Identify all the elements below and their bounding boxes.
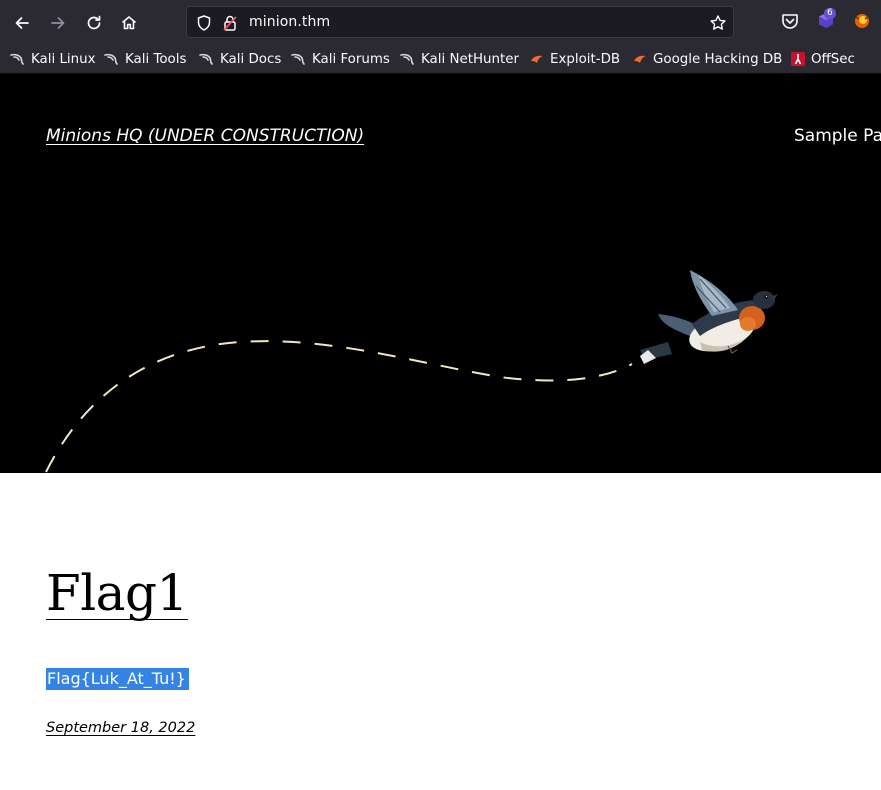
post-title-text[interactable]: Flag1 (46, 564, 188, 622)
address-bar[interactable]: minion.thm (186, 6, 734, 38)
bookmark-kali-docs[interactable]: Kali Docs (199, 49, 281, 69)
insecure-lock-icon[interactable] (221, 14, 239, 32)
nav-link-sample-page[interactable]: Sample Page (794, 126, 881, 146)
bookmark-kali-forums[interactable]: Kali Forums (291, 49, 390, 69)
browser-toolbar: minion.thm 6 (0, 0, 881, 44)
bookmark-label: Kali NetHunter (421, 51, 519, 67)
bookmark-label: OffSec (811, 51, 855, 67)
exploit-db-icon (632, 51, 648, 67)
bookmark-label: Kali Tools (125, 51, 187, 67)
home-button[interactable] (115, 9, 143, 37)
shield-icon[interactable] (195, 14, 213, 32)
post-title-underline (46, 619, 188, 620)
home-icon (121, 16, 137, 30)
reload-button[interactable] (80, 9, 108, 37)
star-icon[interactable] (709, 14, 727, 32)
post-date-link[interactable]: September 18, 2022 (46, 720, 195, 736)
site-title-link[interactable]: Minions HQ (UNDER CONSTRUCTION) (46, 126, 364, 146)
firefox-account-icon[interactable] (851, 10, 873, 32)
kali-dragon-icon (104, 51, 120, 67)
bookmark-exploit-db[interactable]: Exploit-DB (529, 49, 620, 69)
kali-dragon-icon (199, 51, 215, 67)
bookmark-kali-linux[interactable]: Kali Linux (10, 49, 96, 69)
offsec-icon (790, 51, 806, 67)
bookmark-label: Google Hacking DB (653, 51, 783, 67)
arrow-left-icon (15, 17, 29, 29)
bookmark-offsec[interactable]: OffSec (790, 49, 855, 69)
kali-dragon-icon (10, 51, 26, 67)
kali-dragon-icon (400, 51, 416, 67)
arrow-right-icon (51, 17, 65, 29)
pocket-icon[interactable] (779, 10, 801, 32)
bookmark-label: Exploit-DB (550, 51, 621, 67)
reload-icon (87, 15, 101, 30)
site-header: Minions HQ (UNDER CONSTRUCTION) Sample P… (0, 74, 881, 473)
url-text[interactable]: minion.thm (249, 14, 330, 30)
bookmark-label: Kali Docs (220, 51, 282, 67)
post-title[interactable]: Flag1 (46, 560, 188, 626)
bird-illustration (640, 270, 778, 364)
bookmarks-toolbar: Kali Linux Kali Tools Kali Docs Kali For… (0, 44, 881, 74)
flight-path-dashed-line (45, 340, 633, 473)
bookmark-google-hacking-db[interactable]: Google Hacking DB (632, 49, 782, 69)
back-button[interactable] (8, 9, 36, 37)
extension-badge: 6 (824, 8, 836, 19)
post-content-selected-text: Flag{Luk_At_Tu!} (46, 668, 189, 690)
exploit-db-icon (529, 51, 545, 67)
forward-button[interactable] (44, 9, 72, 37)
bookmark-kali-tools[interactable]: Kali Tools (104, 49, 186, 69)
bookmark-label: Kali Forums (312, 51, 390, 67)
kali-dragon-icon (291, 51, 307, 67)
bookmark-label: Kali Linux (31, 51, 96, 67)
bookmark-kali-nethunter[interactable]: Kali NetHunter (400, 49, 519, 69)
